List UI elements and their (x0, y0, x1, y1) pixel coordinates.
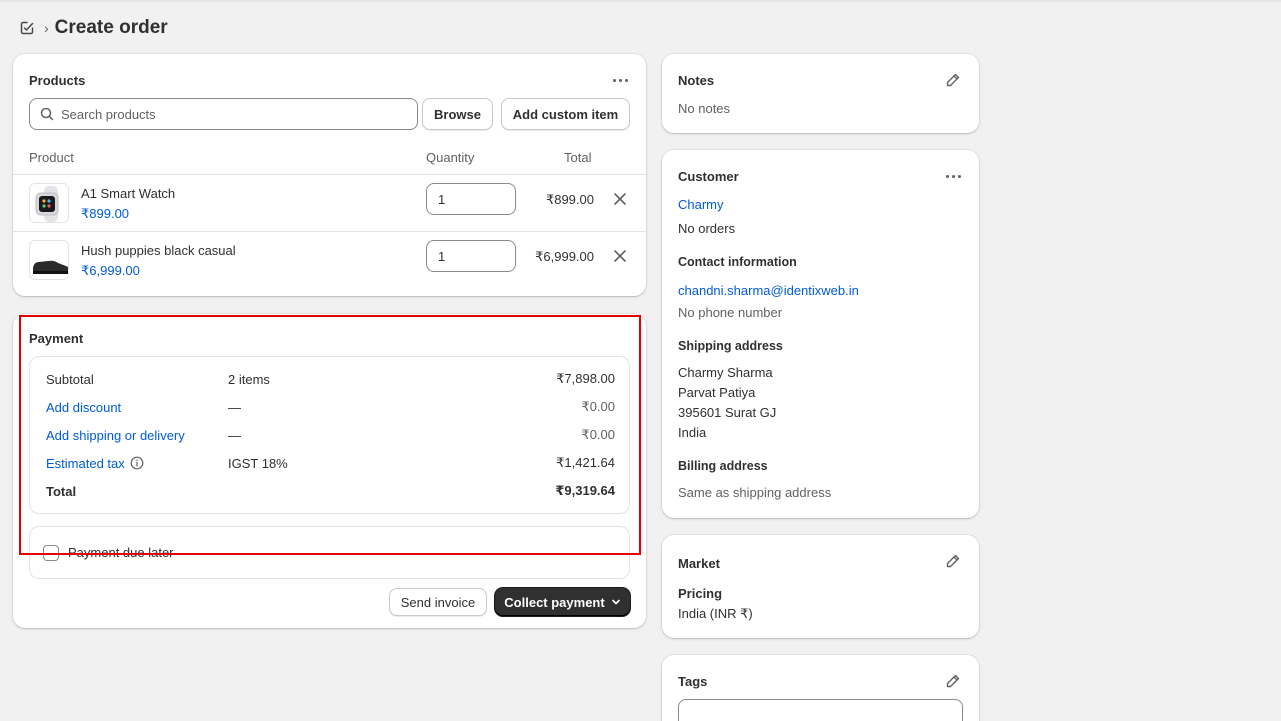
product-price[interactable]: ₹6,999.00 (81, 263, 140, 279)
total-row: Total ₹9,319.64 (46, 481, 615, 501)
pencil-icon[interactable] (944, 71, 962, 89)
customer-more-icon[interactable] (941, 166, 965, 186)
tags-input[interactable] (678, 699, 963, 721)
contact-title: Contact information (678, 255, 797, 269)
customer-card: Customer Charmy No orders Contact inform… (662, 150, 979, 518)
close-icon[interactable] (613, 192, 627, 206)
table-row: Hush puppies black casual ₹6,999.00 1 ₹6… (13, 232, 646, 288)
tags-title: Tags (678, 674, 708, 689)
payment-summary: Subtotal 2 items ₹7,898.00 Add discount … (29, 356, 630, 514)
search-input[interactable] (61, 106, 401, 122)
notes-value: No notes (678, 101, 731, 116)
customer-email-link[interactable]: chandni.sharma@identixweb.in (678, 283, 859, 298)
market-title: Market (678, 556, 720, 571)
products-title: Products (29, 73, 86, 88)
tax-rate: IGST 18% (228, 455, 288, 471)
row-total: ₹899.00 (545, 192, 594, 207)
products-card: Products Browse Add custom item Product … (13, 54, 646, 296)
notes-title: Notes (678, 73, 715, 88)
shipping-value: — (228, 427, 241, 443)
top-border (0, 0, 1281, 2)
row-total: ₹6,999.00 (535, 249, 594, 264)
quantity-input[interactable]: 1 (426, 183, 516, 215)
subtotal-row: Subtotal 2 items ₹7,898.00 (46, 369, 615, 389)
payment-due-later-label[interactable]: Payment due later (68, 545, 174, 560)
chevron-down-icon (611, 599, 620, 605)
shipping-row: Add shipping or delivery — ₹0.00 (46, 425, 615, 445)
shipping-amount: ₹0.00 (581, 427, 615, 442)
payment-due-later-checkbox[interactable] (43, 545, 59, 561)
estimated-tax-link[interactable]: Estimated tax (46, 456, 125, 471)
product-price[interactable]: ₹899.00 (81, 206, 129, 222)
subtotal-label: Subtotal (46, 371, 94, 387)
quantity-input[interactable]: 1 (426, 240, 516, 272)
column-product: Product (29, 150, 74, 165)
payment-title: Payment (29, 331, 84, 346)
market-card: Market Pricing India (INR ₹) (662, 535, 979, 638)
add-discount-link[interactable]: Add discount (46, 400, 228, 415)
tags-card: Tags (662, 655, 979, 721)
add-custom-item-button[interactable]: Add custom item (501, 98, 630, 130)
shipping-line: Charmy Sharma (678, 365, 773, 380)
search-icon (40, 107, 54, 121)
customer-phone: No phone number (678, 305, 783, 320)
payment-card: Payment Subtotal 2 items ₹7,898.00 Add d… (13, 314, 646, 628)
add-shipping-link[interactable]: Add shipping or delivery (46, 428, 228, 443)
customer-orders: No orders (678, 221, 736, 236)
shipping-line: India (678, 425, 707, 440)
tax-label-wrap: Estimated tax (46, 456, 228, 471)
subtotal-items: 2 items (228, 371, 270, 387)
total-amount: ₹9,319.64 (555, 483, 615, 498)
shipping-line: Parvat Patiya (678, 385, 756, 400)
products-more-icon[interactable] (608, 70, 632, 90)
payment-due-later-box: Payment due later (29, 526, 630, 579)
tax-row: Estimated tax IGST 18% ₹1,421.64 (46, 453, 615, 473)
column-quantity: Quantity (426, 150, 475, 165)
breadcrumb-chevron-icon: › (44, 20, 49, 36)
collect-payment-label: Collect payment (504, 594, 605, 610)
customer-name-link[interactable]: Charmy (678, 197, 724, 212)
shipping-address-title: Shipping address (678, 339, 783, 353)
product-image-watch (29, 183, 69, 223)
discount-row: Add discount — ₹0.00 (46, 397, 615, 417)
discount-amount: ₹0.00 (581, 399, 615, 414)
pencil-icon[interactable] (944, 552, 962, 570)
product-name[interactable]: A1 Smart Watch (81, 186, 175, 201)
billing-address-title: Billing address (678, 459, 768, 473)
pricing-value: India (INR ₹) (678, 606, 753, 621)
info-icon[interactable] (130, 456, 144, 470)
shipping-line: 395601 Surat GJ (678, 405, 777, 420)
total-label: Total (46, 483, 77, 499)
pricing-label: Pricing (678, 586, 723, 601)
page-title: Create order (54, 17, 168, 38)
send-invoice-button[interactable]: Send invoice (389, 588, 487, 616)
browse-button[interactable]: Browse (422, 98, 493, 130)
page-header: › Create order (18, 16, 168, 40)
subtotal-amount: ₹7,898.00 (556, 371, 615, 386)
pencil-icon[interactable] (944, 672, 962, 690)
tax-amount: ₹1,421.64 (556, 455, 615, 470)
close-icon[interactable] (613, 249, 627, 263)
product-image-shoe (29, 240, 69, 280)
customer-title: Customer (678, 169, 739, 184)
billing-address-value: Same as shipping address (678, 485, 832, 500)
product-name[interactable]: Hush puppies black casual (81, 243, 236, 258)
collect-payment-button[interactable]: Collect payment (495, 588, 630, 616)
column-total: Total (564, 150, 592, 165)
discount-value: — (228, 399, 241, 415)
table-row: A1 Smart Watch ₹899.00 1 ₹899.00 (13, 175, 646, 231)
orders-icon[interactable] (18, 19, 36, 37)
search-field[interactable] (29, 98, 418, 130)
notes-card: Notes No notes (662, 54, 979, 133)
